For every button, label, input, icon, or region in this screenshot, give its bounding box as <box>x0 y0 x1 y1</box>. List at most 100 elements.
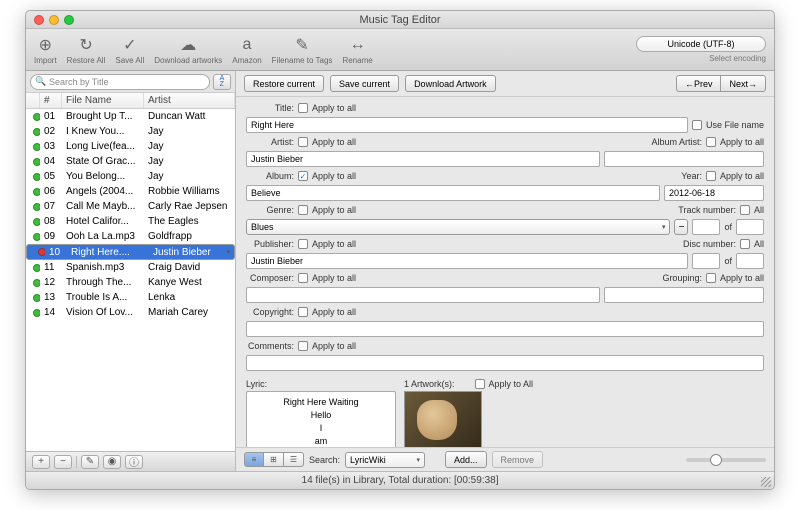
copyright-field[interactable] <box>246 321 764 337</box>
view-mode-3[interactable]: ☰ <box>284 452 304 467</box>
comments-apply-checkbox[interactable] <box>298 341 308 351</box>
grouping-apply-checkbox[interactable] <box>706 273 716 283</box>
publisher-label: Publisher: <box>246 239 294 249</box>
comments-field[interactable] <box>246 355 764 371</box>
table-row[interactable]: 04State Of Grac...Jay <box>26 154 235 169</box>
disc-num-field[interactable] <box>692 253 720 269</box>
table-row[interactable]: 10Right Here....Justin Bieber <box>26 244 235 260</box>
status-dot <box>33 203 40 211</box>
table-row[interactable]: 01Brought Up T...Duncan Watt <box>26 109 235 124</box>
artist-field[interactable] <box>246 151 600 167</box>
add-artwork-button[interactable]: Add... <box>445 451 487 468</box>
track-apply-checkbox[interactable] <box>740 205 750 215</box>
album-apply-checkbox[interactable] <box>298 171 308 181</box>
album-artist-field[interactable] <box>604 151 764 167</box>
year-apply-checkbox[interactable] <box>706 171 716 181</box>
track-total-field[interactable] <box>736 219 764 235</box>
table-row[interactable]: 13Trouble Is A...Lenka <box>26 290 235 305</box>
remove-artwork-button[interactable]: Remove <box>492 451 544 468</box>
table-header[interactable]: # File Name Artist <box>26 93 235 109</box>
toolbar-filename-to-tags[interactable]: ✎Filename to Tags <box>272 35 333 65</box>
toolbar-download-artworks[interactable]: ☁Download artworks <box>154 35 222 65</box>
sort-button[interactable]: AZ <box>213 74 231 90</box>
prev-button[interactable]: ←Prev <box>676 75 721 92</box>
track-num-field[interactable] <box>692 219 720 235</box>
table-row[interactable]: 02I Knew You...Jay <box>26 124 235 139</box>
reveal-button[interactable]: ◉ <box>103 455 121 469</box>
edit-button[interactable]: ✎ <box>81 455 99 469</box>
table-row[interactable]: 14Vision Of Lov...Mariah Carey <box>26 305 235 320</box>
composer-label: Composer: <box>246 273 294 283</box>
use-filename-checkbox[interactable] <box>692 120 702 130</box>
view-mode-1[interactable]: ≡ <box>244 452 264 467</box>
next-button[interactable]: Next→ <box>720 75 766 92</box>
publisher-apply-checkbox[interactable] <box>298 239 308 249</box>
table-row[interactable]: 11Spanish.mp3Craig David <box>26 260 235 275</box>
encoding-hint: Select encoding <box>709 54 766 63</box>
add-button[interactable]: + <box>32 455 50 469</box>
status-dot <box>33 113 40 121</box>
search-input[interactable]: Search by Title <box>30 74 210 90</box>
file-sidebar: Search by Title AZ # File Name Artist 01… <box>26 71 236 471</box>
download-artwork-button[interactable]: Download Artwork <box>405 75 496 92</box>
toolbar-rename[interactable]: ↔Rename <box>342 35 372 65</box>
genre-select[interactable]: Blues <box>246 219 670 235</box>
status-dot <box>33 173 40 181</box>
year-field[interactable] <box>664 185 764 201</box>
grouping-field[interactable] <box>604 287 764 303</box>
toolbar-icon: ⊕ <box>34 35 56 55</box>
titlebar: Music Tag Editor <box>26 11 774 29</box>
restore-button[interactable]: Restore current <box>244 75 324 92</box>
view-segment[interactable]: ≡ ⊞ ☰ <box>244 452 304 467</box>
save-button[interactable]: Save current <box>330 75 399 92</box>
publisher-field[interactable] <box>246 253 688 269</box>
composer-field[interactable] <box>246 287 600 303</box>
toolbar-import[interactable]: ⊕Import <box>34 35 57 65</box>
resize-handle[interactable] <box>761 477 771 487</box>
genre-apply-checkbox[interactable] <box>298 205 308 215</box>
artist-apply-checkbox[interactable] <box>298 137 308 147</box>
zoom-slider[interactable] <box>686 458 766 462</box>
table-row[interactable]: 03Long Live(fea...Jay <box>26 139 235 154</box>
info-button[interactable]: ⓘ <box>125 455 143 469</box>
toolbar-icon: ↻ <box>75 35 97 55</box>
album-field[interactable] <box>246 185 660 201</box>
disc-apply-checkbox[interactable] <box>740 239 750 249</box>
table-row[interactable]: 08Hotel Califor...The Eagles <box>26 214 235 229</box>
copyright-label: Copyright: <box>246 307 294 317</box>
search-label: Search: <box>309 455 340 465</box>
album-artist-apply-checkbox[interactable] <box>706 137 716 147</box>
album-label: Album: <box>246 171 294 181</box>
table-row[interactable]: 12Through The...Kanye West <box>26 275 235 290</box>
toolbar-amazon[interactable]: aAmazon <box>232 35 261 65</box>
composer-apply-checkbox[interactable] <box>298 273 308 283</box>
genre-clear-button[interactable]: − <box>674 219 688 235</box>
artwork-apply-checkbox[interactable] <box>475 379 485 389</box>
artwork-image[interactable]: BELIEVE <box>404 391 482 447</box>
year-label: Year: <box>681 171 702 181</box>
status-bar: 14 file(s) in Library, Total duration: [… <box>26 471 774 489</box>
artist-label: Artist: <box>246 137 294 147</box>
toolbar-save-all[interactable]: ✓Save All <box>115 35 144 65</box>
toolbar-icon: ✓ <box>119 35 141 55</box>
artwork-count: 1 Artwork(s): <box>404 379 455 389</box>
view-mode-2[interactable]: ⊞ <box>264 452 284 467</box>
lyric-textarea[interactable]: Right Here WaitingHelloIamhere <box>246 391 396 447</box>
lyric-source-select[interactable]: LyricWiki <box>345 452 425 468</box>
encoding-select[interactable]: Unicode (UTF-8) <box>636 36 766 52</box>
table-row[interactable]: 05You Belong...Jay <box>26 169 235 184</box>
copyright-apply-checkbox[interactable] <box>298 307 308 317</box>
lyric-label: Lyric: <box>246 379 267 389</box>
grouping-label: Grouping: <box>662 273 702 283</box>
title-label: Title: <box>246 103 294 113</box>
status-dot <box>33 143 40 151</box>
title-apply-checkbox[interactable] <box>298 103 308 113</box>
table-row[interactable]: 09Ooh La La.mp3Goldfrapp <box>26 229 235 244</box>
title-field[interactable] <box>246 117 688 133</box>
disc-total-field[interactable] <box>736 253 764 269</box>
remove-button[interactable]: − <box>54 455 72 469</box>
toolbar-restore-all[interactable]: ↻Restore All <box>67 35 106 65</box>
table-row[interactable]: 07Call Me Mayb...Carly Rae Jepsen <box>26 199 235 214</box>
status-dot <box>33 309 40 317</box>
table-row[interactable]: 06Angels (2004...Robbie Williams <box>26 184 235 199</box>
